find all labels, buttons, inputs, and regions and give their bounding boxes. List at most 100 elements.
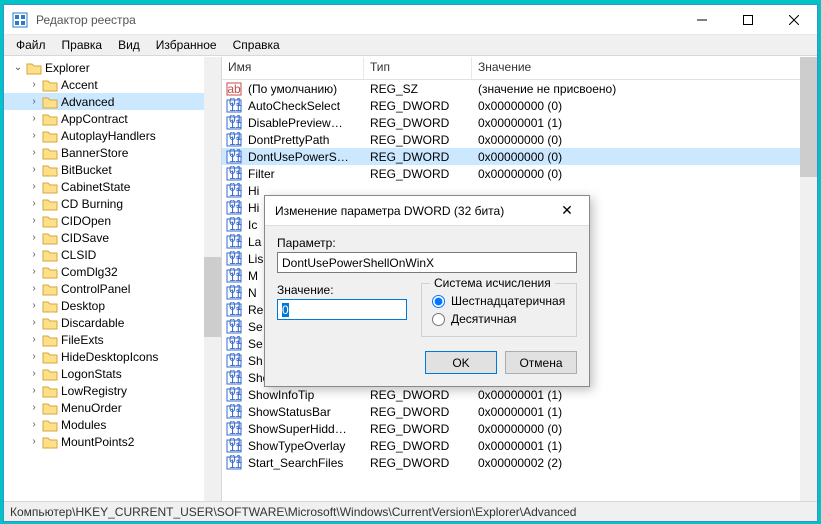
- chevron-right-icon[interactable]: ›: [28, 385, 40, 396]
- tree-item[interactable]: › HideDesktopIcons: [4, 348, 221, 365]
- list-row[interactable]: 011110ShowInfoTipREG_DWORD0x00000001 (1): [222, 386, 817, 403]
- tree-item[interactable]: ›CIDOpen: [4, 212, 221, 229]
- col-header-name[interactable]: Имя: [222, 57, 364, 79]
- menu-file[interactable]: Файл: [8, 36, 54, 54]
- list-row[interactable]: 011110Start_SearchFilesREG_DWORD0x000000…: [222, 454, 817, 471]
- tree-item[interactable]: ›Modules: [4, 416, 221, 433]
- tree-label: HideDesktopIcons: [61, 350, 158, 364]
- svg-text:110: 110: [229, 236, 242, 250]
- tree-root[interactable]: ⌄ Explorer: [4, 59, 221, 76]
- tree-item[interactable]: ›ControlPanel: [4, 280, 221, 297]
- tree-item[interactable]: ›CabinetState: [4, 178, 221, 195]
- list-row[interactable]: 011110AutoCheckSelectREG_DWORD0x00000000…: [222, 97, 817, 114]
- tree-label: Desktop: [61, 299, 105, 313]
- dialog-close-button[interactable]: ✕: [555, 202, 579, 219]
- menu-favorites[interactable]: Избранное: [148, 36, 225, 54]
- chevron-right-icon[interactable]: ›: [28, 181, 40, 192]
- tree-item[interactable]: ›MountPoints2: [4, 433, 221, 450]
- chevron-right-icon[interactable]: ›: [28, 164, 40, 175]
- tree-item[interactable]: ›CLSID: [4, 246, 221, 263]
- tree-item[interactable]: ›BannerStore: [4, 144, 221, 161]
- tree-item[interactable]: ›ComDlg32: [4, 263, 221, 280]
- ok-button[interactable]: OK: [425, 351, 497, 374]
- tree-item[interactable]: ›Accent: [4, 76, 221, 93]
- folder-icon: [42, 78, 58, 92]
- chevron-right-icon[interactable]: ›: [28, 249, 40, 260]
- titlebar[interactable]: Редактор реестра: [4, 5, 817, 35]
- tree-label: AutoplayHandlers: [61, 129, 156, 143]
- cancel-button[interactable]: Отмена: [505, 351, 577, 374]
- chevron-right-icon[interactable]: ›: [28, 215, 40, 226]
- chevron-right-icon[interactable]: ›: [28, 96, 40, 107]
- list-scrollbar[interactable]: [800, 57, 817, 501]
- tree-item[interactable]: ›LogonStats: [4, 365, 221, 382]
- chevron-right-icon[interactable]: ›: [28, 436, 40, 447]
- list-row[interactable]: 011110ShowSuperHidd…REG_DWORD0x00000000 …: [222, 420, 817, 437]
- radix-hex-row[interactable]: Шестнадцатеричная: [432, 294, 566, 308]
- folder-icon: [42, 146, 58, 160]
- chevron-right-icon[interactable]: ›: [28, 334, 40, 345]
- scrollbar-thumb[interactable]: [800, 57, 817, 177]
- list-row[interactable]: ab(По умолчанию)REG_SZ(значение не присв…: [222, 80, 817, 97]
- col-header-value[interactable]: Значение: [472, 57, 817, 79]
- close-button[interactable]: [771, 5, 817, 35]
- svg-text:110: 110: [229, 440, 242, 454]
- chevron-right-icon[interactable]: ›: [28, 147, 40, 158]
- value-input[interactable]: [277, 299, 407, 320]
- tree-item[interactable]: › AutoplayHandlers: [4, 127, 221, 144]
- reg-dword-icon: 011110: [226, 234, 242, 250]
- radix-group: Система исчисления Шестнадцатеричная Дес…: [421, 283, 577, 337]
- param-input[interactable]: [277, 252, 577, 273]
- chevron-right-icon[interactable]: ›: [28, 232, 40, 243]
- col-header-type[interactable]: Тип: [364, 57, 472, 79]
- reg-dword-icon: 011110: [226, 132, 242, 148]
- tree-item[interactable]: ›MenuOrder: [4, 399, 221, 416]
- chevron-right-icon[interactable]: ›: [28, 113, 40, 124]
- list-row[interactable]: 011110ShowStatusBarREG_DWORD0x00000001 (…: [222, 403, 817, 420]
- folder-icon: [42, 265, 58, 279]
- radix-dec-row[interactable]: Десятичная: [432, 312, 566, 326]
- menu-view[interactable]: Вид: [110, 36, 148, 54]
- tree-item[interactable]: ›CD Burning: [4, 195, 221, 212]
- tree-item[interactable]: › Desktop: [4, 297, 221, 314]
- list-row[interactable]: 011110FilterREG_DWORD0x00000000 (0): [222, 165, 817, 182]
- chevron-right-icon[interactable]: ›: [28, 130, 40, 141]
- menu-edit[interactable]: Правка: [54, 36, 111, 54]
- tree-item[interactable]: ›LowRegistry: [4, 382, 221, 399]
- chevron-right-icon[interactable]: ›: [28, 368, 40, 379]
- chevron-right-icon[interactable]: ›: [28, 300, 40, 311]
- chevron-right-icon[interactable]: ›: [28, 198, 40, 209]
- chevron-right-icon[interactable]: ›: [28, 402, 40, 413]
- folder-icon: [42, 401, 58, 415]
- folder-icon: [42, 384, 58, 398]
- chevron-right-icon[interactable]: ›: [28, 283, 40, 294]
- chevron-right-icon[interactable]: ›: [28, 351, 40, 362]
- minimize-button[interactable]: [679, 5, 725, 35]
- list-row[interactable]: 011110DisablePreview…REG_DWORD0x00000001…: [222, 114, 817, 131]
- tree-item[interactable]: ›AppContract: [4, 110, 221, 127]
- reg-dword-icon: 011110: [226, 200, 242, 216]
- chevron-right-icon[interactable]: ›: [28, 79, 40, 90]
- scrollbar-thumb[interactable]: [204, 257, 221, 337]
- tree-item[interactable]: ›Advanced: [4, 93, 221, 110]
- tree-item[interactable]: ›FileExts: [4, 331, 221, 348]
- dialog-titlebar[interactable]: Изменение параметра DWORD (32 бита) ✕: [265, 196, 589, 226]
- radix-hex-radio[interactable]: [432, 295, 445, 308]
- chevron-right-icon[interactable]: ›: [28, 317, 40, 328]
- chevron-right-icon[interactable]: ›: [28, 266, 40, 277]
- chevron-right-icon[interactable]: ›: [28, 419, 40, 430]
- radix-dec-radio[interactable]: [432, 313, 445, 326]
- list-row[interactable]: 011110ShowTypeOverlayREG_DWORD0x00000001…: [222, 437, 817, 454]
- svg-text:110: 110: [229, 151, 242, 165]
- maximize-button[interactable]: [725, 5, 771, 35]
- menu-help[interactable]: Справка: [225, 36, 288, 54]
- tree-item[interactable]: ›BitBucket: [4, 161, 221, 178]
- tree-scrollbar[interactable]: [204, 57, 221, 501]
- reg-dword-icon: 011110: [226, 183, 242, 199]
- chevron-down-icon[interactable]: ⌄: [12, 62, 24, 73]
- tree-item[interactable]: ›Discardable: [4, 314, 221, 331]
- list-row[interactable]: 011110DontPrettyPathREG_DWORD0x00000000 …: [222, 131, 817, 148]
- list-row[interactable]: 011110DontUsePowerS…REG_DWORD0x00000000 …: [222, 148, 817, 165]
- tree-pane[interactable]: ⌄ Explorer ›Accent›Advanced›AppContract›…: [4, 57, 222, 501]
- tree-item[interactable]: ›CIDSave: [4, 229, 221, 246]
